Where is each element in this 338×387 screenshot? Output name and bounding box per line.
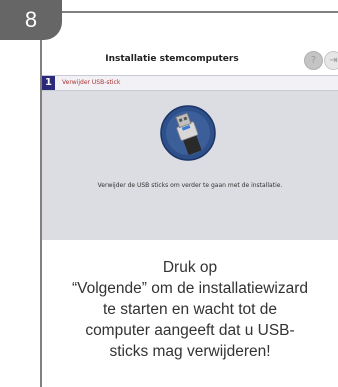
window-instruction: Verwijder de USB sticks om verder te gaa… (97, 182, 283, 189)
current-step-row: 1 Verwijder USB-stick (42, 76, 338, 91)
caption-line: sticks mag verwijderen! (109, 343, 271, 360)
caption-line: te starten en wacht tot de (102, 301, 278, 318)
step-number: 1 (42, 76, 55, 90)
caption-text: Druk op “Volgende” om de installatiewiza… (42, 257, 338, 362)
caption-line: “Volgende” om de installatiewizard (71, 280, 309, 297)
usb-stick-icon (160, 105, 216, 161)
exit-icon[interactable]: ⇥ (324, 51, 338, 70)
step-label: Verwijder USB-stick (62, 79, 121, 86)
caption-line: computer aangeeft dat u USB- (85, 322, 295, 339)
window-title: Installatie stemcomputers (105, 54, 239, 64)
instruction-card: 8 Installatie stemcomputers ? ⇥ 1 Verwij… (0, 0, 338, 387)
caption-line: Druk op (162, 259, 218, 276)
installer-window: Installatie stemcomputers ? ⇥ 1 Verwijde… (42, 44, 338, 240)
card-border-left (40, 11, 42, 387)
window-titlebar: Installatie stemcomputers ? ⇥ (42, 44, 338, 76)
help-icon[interactable]: ? (304, 51, 323, 70)
step-badge: 8 (0, 0, 62, 40)
card-border-top (40, 11, 338, 13)
